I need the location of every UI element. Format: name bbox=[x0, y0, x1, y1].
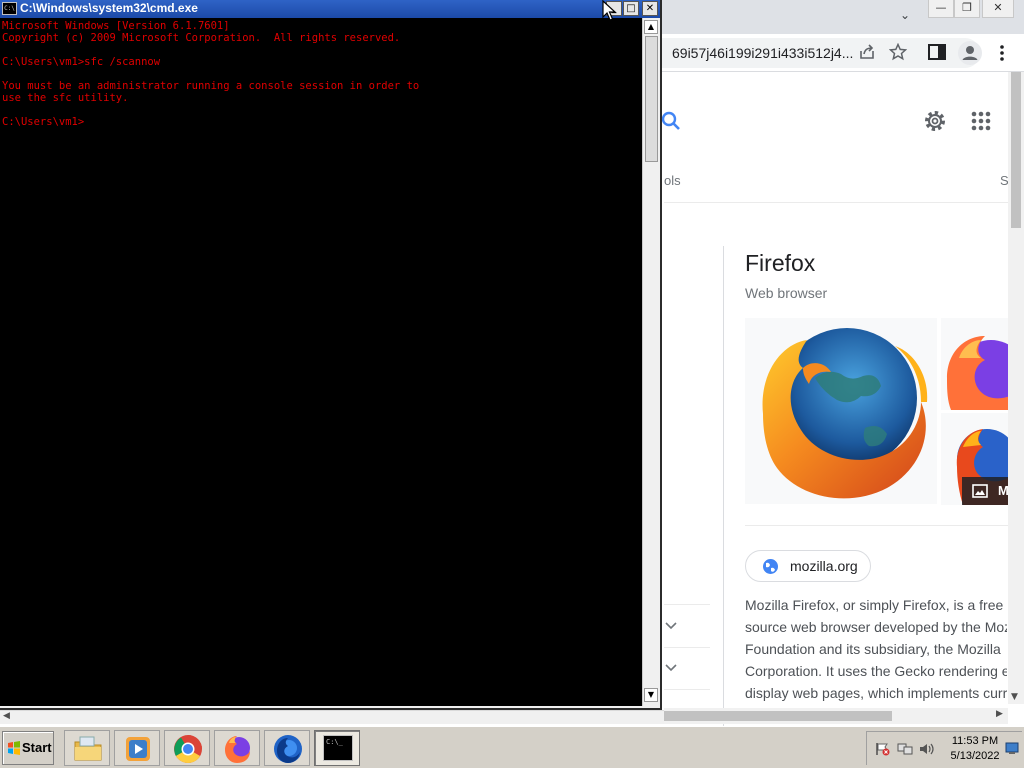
chevron-down-icon[interactable] bbox=[663, 620, 679, 632]
cmd-close-button[interactable]: ✕ bbox=[642, 1, 658, 16]
tabs-divider bbox=[664, 202, 1010, 203]
cmd-maximize-button[interactable]: □ bbox=[623, 1, 639, 16]
scroll-up-arrow-icon[interactable]: ▲ bbox=[644, 20, 658, 34]
cmd-icon: C:\_ bbox=[323, 735, 353, 761]
action-center-flag-icon[interactable] bbox=[875, 742, 891, 756]
cmd-title-bar[interactable]: C:\ C:\Windows\system32\cmd.exe _ □ ✕ bbox=[0, 0, 660, 18]
chrome-vertical-scrollbar[interactable]: ▼ bbox=[1008, 72, 1024, 704]
description-line: Foundation and its subsidiary, the Mozil… bbox=[745, 641, 1001, 657]
volume-icon[interactable] bbox=[919, 742, 935, 756]
network-icon[interactable] bbox=[897, 742, 913, 756]
taskbar: Start C:\_ 11:53 PM 5/13/2022 bbox=[0, 726, 1024, 768]
chrome-horizontal-scrollbar[interactable]: ▶ bbox=[664, 708, 1008, 724]
tab-search-button[interactable]: ⌄ bbox=[896, 6, 914, 24]
horizontal-scrollbar[interactable]: ◀ bbox=[0, 710, 664, 724]
system-tray: 11:53 PM 5/13/2022 bbox=[866, 731, 1022, 765]
console-line: use the sfc utility. bbox=[2, 92, 129, 104]
console-line: Microsoft Windows [Version 6.1.7601] bbox=[2, 20, 230, 32]
firefox-image-thumbnail[interactable] bbox=[941, 318, 1011, 410]
knowledge-panel-title: Firefox bbox=[745, 250, 816, 276]
result-divider bbox=[664, 689, 710, 690]
more-images-button[interactable]: M bbox=[962, 477, 1012, 505]
profile-avatar-icon[interactable] bbox=[958, 41, 982, 65]
scrollbar-thumb[interactable] bbox=[645, 36, 658, 162]
image-icon bbox=[972, 484, 988, 498]
chrome-restore-button[interactable]: ❐ bbox=[954, 0, 980, 18]
console-output[interactable]: Microsoft Windows [Version 6.1.7601] Cop… bbox=[0, 18, 642, 706]
start-button[interactable]: Start bbox=[2, 731, 54, 765]
start-label: Start bbox=[22, 740, 52, 755]
taskbar-media-player[interactable] bbox=[114, 730, 160, 766]
scrollbar-thumb[interactable] bbox=[664, 711, 892, 721]
firefox-logo-image[interactable] bbox=[745, 318, 937, 504]
firefox-icon bbox=[225, 736, 250, 763]
folder-icon bbox=[74, 736, 102, 761]
website-chip[interactable]: mozilla.org bbox=[745, 550, 871, 582]
console-line: Copyright (c) 2009 Microsoft Corporation… bbox=[2, 32, 401, 44]
chevron-down-icon[interactable] bbox=[663, 662, 679, 674]
firefox-logo-icon bbox=[762, 328, 928, 499]
scroll-right-arrow-icon[interactable]: ▶ bbox=[996, 709, 1003, 719]
description-line: display web pages, which implements curr bbox=[745, 685, 1007, 701]
cmd-vertical-scrollbar[interactable]: ▲ ▼ bbox=[642, 18, 659, 706]
cmd-system-menu-icon[interactable]: C:\ bbox=[2, 2, 17, 15]
chrome-icon bbox=[174, 735, 202, 763]
description-line: Corporation. It uses the Gecko rendering… bbox=[745, 663, 1007, 679]
taskbar-explorer[interactable] bbox=[64, 730, 110, 766]
console-line: You must be an administrator running a c… bbox=[2, 80, 420, 92]
tab-tools[interactable]: ols bbox=[664, 173, 681, 188]
search-icon[interactable] bbox=[660, 110, 682, 132]
console-prompt[interactable]: C:\Users\vm1> bbox=[2, 116, 642, 128]
windows-logo-icon bbox=[8, 741, 20, 755]
taskbar-firefox[interactable] bbox=[214, 730, 260, 766]
side-panel-icon[interactable] bbox=[928, 44, 946, 60]
desktop: ⌄ — ❐ ✕ 69i57j46i199i291i433i512j4... ol… bbox=[0, 0, 1024, 768]
firefox-new-logo-icon bbox=[947, 336, 1011, 410]
google-apps-icon[interactable] bbox=[970, 110, 992, 132]
knowledge-panel-separator bbox=[745, 525, 1010, 526]
show-desktop-icon[interactable] bbox=[1005, 741, 1019, 755]
knowledge-panel-subtitle: Web browser bbox=[745, 285, 828, 301]
globe-icon bbox=[763, 559, 778, 574]
taskbar-cmd[interactable]: C:\_ bbox=[314, 730, 360, 766]
cmd-window[interactable]: C:\ C:\Windows\system32\cmd.exe _ □ ✕ Mi… bbox=[0, 0, 662, 710]
description-line: Mozilla Firefox, or simply Firefox, is a… bbox=[745, 597, 1004, 613]
firefox-blue-icon bbox=[274, 735, 302, 763]
description-line: source web browser developed by the Moz bbox=[745, 619, 1007, 635]
chrome-minimize-button[interactable]: — bbox=[928, 0, 954, 18]
website-chip-label: mozilla.org bbox=[790, 558, 858, 574]
bookmark-star-icon[interactable] bbox=[889, 43, 907, 61]
taskbar-firefox-blue[interactable] bbox=[264, 730, 310, 766]
result-divider bbox=[664, 647, 710, 648]
share-icon[interactable] bbox=[858, 43, 876, 61]
clock-date[interactable]: 5/13/2022 bbox=[945, 750, 1005, 762]
chrome-close-button[interactable]: ✕ bbox=[982, 0, 1014, 18]
scroll-left-arrow-icon[interactable]: ◀ bbox=[3, 711, 10, 721]
scroll-down-arrow-icon[interactable]: ▼ bbox=[1011, 692, 1018, 702]
chrome-menu-icon[interactable] bbox=[995, 44, 1009, 62]
knowledge-panel-border bbox=[723, 246, 724, 726]
clock-time[interactable]: 11:53 PM bbox=[945, 735, 1005, 747]
media-player-icon bbox=[126, 737, 150, 761]
address-bar-url[interactable]: 69i57j46i199i291i433i512j4... bbox=[672, 45, 853, 61]
console-line: C:\Users\vm1>sfc /scannow bbox=[2, 56, 161, 68]
gear-icon[interactable] bbox=[922, 108, 948, 134]
scroll-down-arrow-icon[interactable]: ▼ bbox=[644, 688, 658, 702]
result-divider bbox=[664, 604, 710, 605]
taskbar-chrome[interactable] bbox=[164, 730, 210, 766]
cmd-window-title: C:\Windows\system32\cmd.exe bbox=[20, 1, 198, 15]
mouse-cursor-icon bbox=[602, 0, 616, 21]
knowledge-panel-description: Mozilla Firefox, or simply Firefox, is a… bbox=[745, 594, 1007, 724]
scrollbar-thumb[interactable] bbox=[1011, 72, 1021, 228]
